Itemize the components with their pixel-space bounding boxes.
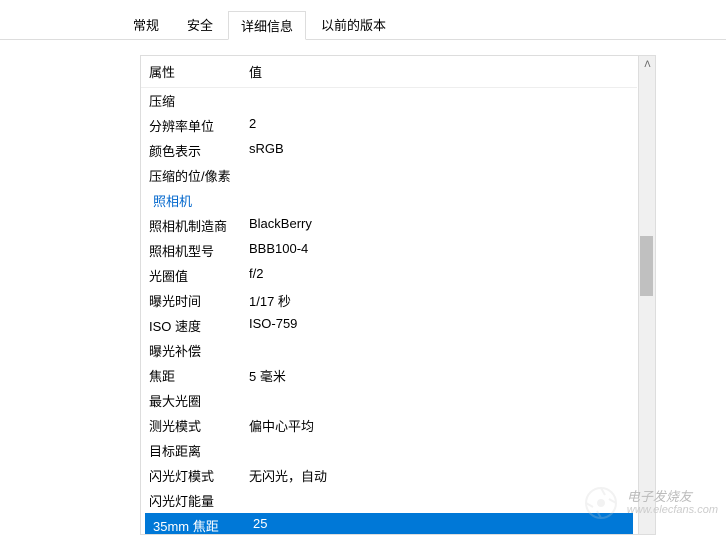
row-resolution-unit[interactable]: 分辨率单位 2 — [141, 113, 637, 138]
tabs-bar: 常规 安全 详细信息 以前的版本 — [0, 0, 726, 40]
label: 照相机型号 — [149, 241, 249, 260]
row-exposure-time[interactable]: 曝光时间 1/17 秒 — [141, 288, 637, 313]
row-camera-maker[interactable]: 照相机制造商 BlackBerry — [141, 213, 637, 238]
value: 1/17 秒 — [249, 291, 629, 310]
tab-security[interactable]: 安全 — [174, 10, 226, 39]
label: 闪光灯模式 — [149, 466, 249, 485]
section-camera: 照相机 — [141, 188, 637, 213]
value: ISO-759 — [249, 316, 629, 335]
table-header: 属性 值 — [141, 56, 637, 88]
label: 35mm 焦距 — [153, 516, 253, 535]
scroll-thumb[interactable] — [640, 236, 653, 296]
value: 2 — [249, 116, 629, 135]
value: f/2 — [249, 266, 629, 285]
tab-details[interactable]: 详细信息 — [228, 11, 306, 40]
label: ISO 速度 — [149, 316, 249, 335]
watermark-url: www.elecfans.com — [627, 504, 718, 516]
row-flash-mode[interactable]: 闪光灯模式 无闪光，自动 — [141, 463, 637, 488]
tab-general[interactable]: 常规 — [120, 10, 172, 39]
row-compression[interactable]: 压缩 — [141, 88, 637, 113]
value: 5 毫米 — [249, 366, 629, 385]
label: 测光模式 — [149, 416, 249, 435]
label: 焦距 — [149, 366, 249, 385]
label: 颜色表示 — [149, 141, 249, 160]
value: BBB100-4 — [249, 241, 629, 260]
row-compressed-bits[interactable]: 压缩的位/像素 — [141, 163, 637, 188]
label: 最大光圈 — [149, 391, 249, 410]
scrollbar[interactable]: ᐱ — [638, 56, 655, 534]
watermark-cn: 电子发烧友 — [627, 490, 718, 504]
row-fstop[interactable]: 光圈值 f/2 — [141, 263, 637, 288]
value — [249, 91, 629, 110]
property-table: 属性 值 压缩 分辨率单位 2 颜色表示 sRGB 压缩的位/像素 照相机 照相… — [141, 56, 637, 535]
row-flash-energy[interactable]: 闪光灯能量 — [141, 488, 637, 513]
label: 分辨率单位 — [149, 116, 249, 135]
label: 光圈值 — [149, 266, 249, 285]
value: BlackBerry — [249, 216, 629, 235]
label: 照相机制造商 — [149, 216, 249, 235]
details-pane: 属性 值 压缩 分辨率单位 2 颜色表示 sRGB 压缩的位/像素 照相机 照相… — [140, 55, 656, 535]
row-iso[interactable]: ISO 速度 ISO-759 — [141, 313, 637, 338]
row-camera-model[interactable]: 照相机型号 BBB100-4 — [141, 238, 637, 263]
row-exposure-bias[interactable]: 曝光补偿 — [141, 338, 637, 363]
label: 曝光补偿 — [149, 341, 249, 360]
value: sRGB — [249, 141, 629, 160]
watermark-logo-icon — [581, 483, 621, 523]
row-max-aperture[interactable]: 最大光圈 — [141, 388, 637, 413]
label: 闪光灯能量 — [149, 491, 249, 510]
label: 目标距离 — [149, 441, 249, 460]
scroll-up-arrow[interactable]: ᐱ — [639, 56, 656, 73]
value: 偏中心平均 — [249, 416, 629, 435]
value — [249, 491, 629, 510]
value — [249, 166, 629, 185]
header-property: 属性 — [149, 62, 249, 81]
value — [249, 391, 629, 410]
header-value: 值 — [249, 62, 629, 81]
tab-previous[interactable]: 以前的版本 — [308, 10, 399, 39]
label: 压缩 — [149, 91, 249, 110]
value — [249, 341, 629, 360]
value: 25 — [253, 516, 625, 535]
row-subject-distance[interactable]: 目标距离 — [141, 438, 637, 463]
row-metering[interactable]: 测光模式 偏中心平均 — [141, 413, 637, 438]
label: 压缩的位/像素 — [149, 166, 249, 185]
watermark: 电子发烧友 www.elecfans.com — [581, 483, 718, 523]
label: 曝光时间 — [149, 291, 249, 310]
value — [249, 441, 629, 460]
value: 无闪光，自动 — [249, 466, 629, 485]
row-color-rep[interactable]: 颜色表示 sRGB — [141, 138, 637, 163]
row-focal-length[interactable]: 焦距 5 毫米 — [141, 363, 637, 388]
row-focal-35mm[interactable]: 35mm 焦距 25 — [145, 513, 633, 535]
